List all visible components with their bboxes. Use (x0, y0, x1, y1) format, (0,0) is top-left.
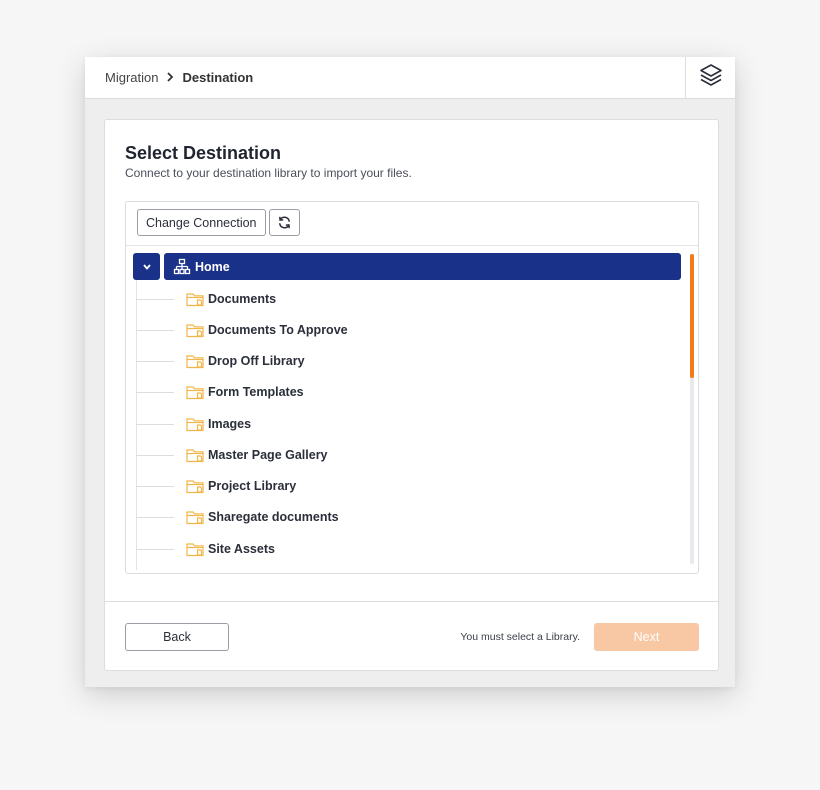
site-hierarchy-icon (173, 258, 191, 276)
library-folder-icon (186, 510, 205, 525)
change-connection-button[interactable]: Change Connection (137, 209, 266, 236)
tree-branch-line (136, 423, 174, 425)
library-folder-icon (186, 479, 205, 494)
library-folder-icon (186, 323, 205, 338)
tree-item-sharegate-documents[interactable]: Sharegate documents (136, 507, 339, 527)
breadcrumb-item-destination: Destination (182, 70, 254, 85)
tree-item-label: Sharegate documents (208, 510, 339, 524)
tree-item-label: Home (195, 259, 230, 274)
tree-item-drop-off-library[interactable]: Drop Off Library (136, 351, 305, 371)
library-tree: Home Documents Documents To Approve Drop… (126, 246, 698, 572)
tree-branch-line (136, 485, 174, 487)
library-tree-panel: Change Connection Home Documents Documen… (125, 201, 699, 574)
chevron-right-icon (166, 70, 174, 85)
tree-item-label: Drop Off Library (208, 354, 305, 368)
tree-item-home[interactable]: Home (164, 253, 681, 280)
tree-item-label: Images (208, 417, 252, 431)
library-folder-icon (186, 385, 205, 400)
tree-branch-line (136, 360, 174, 362)
tree-item-label: Master Page Gallery (208, 448, 328, 462)
library-folder-icon (186, 354, 205, 369)
footer-divider (105, 601, 718, 602)
collapse-toggle[interactable] (133, 253, 160, 280)
library-folder-icon (186, 417, 205, 432)
page-title: Select Destination (125, 143, 282, 163)
tree-branch-line (136, 391, 174, 393)
page-subtitle: Connect to your destination library to i… (125, 166, 412, 180)
breadcrumb-item-migration[interactable]: Migration (105, 70, 158, 85)
tree-root-row: Home (133, 253, 681, 280)
tree-item-label: Form Templates (208, 385, 304, 399)
app-window: Migration Destination Select Destination… (85, 57, 735, 687)
library-folder-icon (186, 448, 205, 463)
tree-item-label: Site Assets (208, 542, 275, 556)
scrollbar-thumb[interactable] (690, 254, 694, 378)
tree-item-form-templates[interactable]: Form Templates (136, 382, 304, 402)
tree-branch-line (136, 329, 174, 331)
refresh-button[interactable] (269, 209, 300, 236)
breadcrumb: Migration Destination (105, 70, 253, 85)
tree-branch-line (136, 298, 174, 300)
destination-card: Select Destination Connect to your desti… (104, 119, 719, 671)
tree-branch-line (136, 454, 174, 456)
layers-icon (699, 63, 723, 92)
back-button[interactable]: Back (125, 623, 229, 651)
tree-item-label: Project Library (208, 479, 297, 493)
library-folder-icon (186, 292, 205, 307)
refresh-icon (277, 215, 292, 230)
tree-item-images[interactable]: Images (136, 414, 251, 434)
tree-item-documents-to-approve[interactable]: Documents To Approve (136, 320, 348, 340)
tree-branch-line (136, 548, 174, 550)
tree-item-project-library[interactable]: Project Library (136, 476, 296, 496)
chevron-down-icon (142, 263, 152, 271)
tree-branch-line (136, 516, 174, 518)
tree-item-master-page-gallery[interactable]: Master Page Gallery (136, 445, 328, 465)
tree-item-documents[interactable]: Documents (136, 289, 276, 309)
next-button[interactable]: Next (594, 623, 699, 651)
layers-menu-button[interactable] (685, 57, 735, 98)
validation-message: You must select a Library. (460, 631, 580, 643)
tree-toolbar: Change Connection (126, 202, 698, 246)
tree-item-label: Documents (208, 292, 277, 306)
tree-item-label: Documents To Approve (208, 323, 348, 337)
tree-item-site-assets[interactable]: Site Assets (136, 539, 275, 559)
library-folder-icon (186, 542, 205, 557)
top-bar: Migration Destination (85, 57, 735, 99)
